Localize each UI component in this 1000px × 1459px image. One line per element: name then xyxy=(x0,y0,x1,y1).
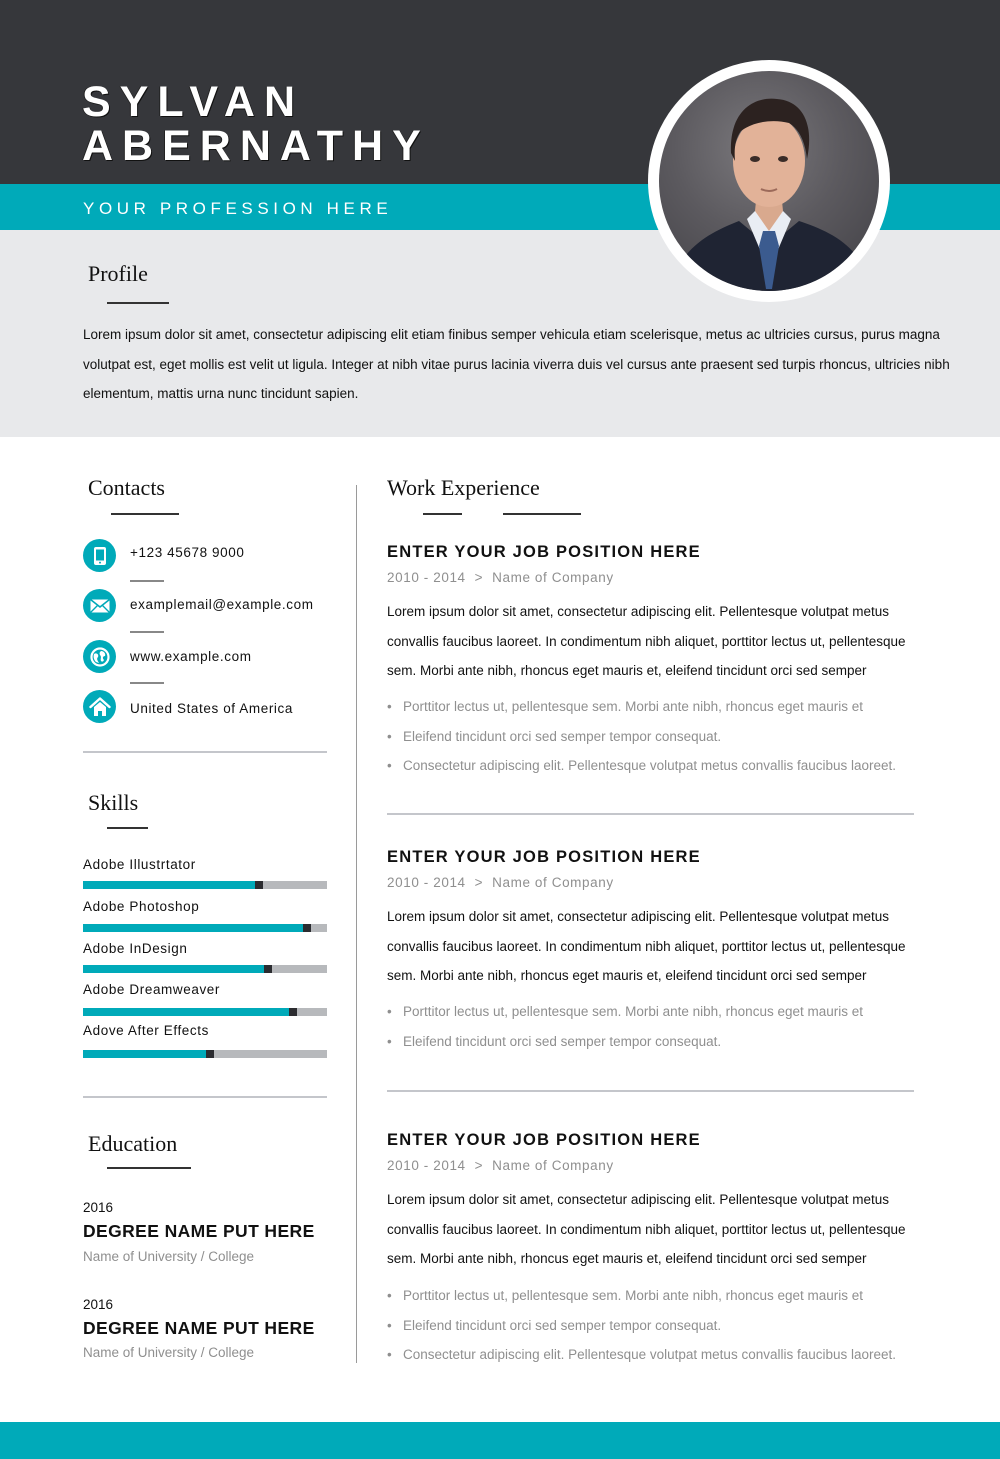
section-divider xyxy=(83,1096,327,1098)
bullet-icon: • xyxy=(387,1288,392,1303)
globe-icon xyxy=(83,640,116,673)
skill-bar-fill xyxy=(83,1008,293,1016)
skill-bar-marker xyxy=(255,881,263,889)
home-icon xyxy=(83,690,116,723)
skill-bar xyxy=(83,965,327,973)
skill-bar xyxy=(83,1050,327,1058)
job-meta: 2010 - 2014 > Name of Company xyxy=(387,1158,614,1173)
contact-separator xyxy=(130,631,164,633)
skills-heading-rule xyxy=(107,827,148,829)
education-degree: DEGREE NAME PUT HERE xyxy=(83,1221,315,1241)
job-bullet: • Porttitor lectus ut, pellentesque sem. … xyxy=(387,1281,927,1311)
contact-separator xyxy=(130,682,164,684)
section-divider xyxy=(83,751,327,753)
skill-label: Adobe Dreamweaver xyxy=(83,982,221,997)
job-bullets: • Porttitor lectus ut, pellentesque sem. … xyxy=(387,692,927,781)
contact-phone[interactable]: +123 45678 9000 xyxy=(130,545,244,560)
job-bullet: • Porttitor lectus ut, pellentesque sem. … xyxy=(387,692,927,722)
skill-label: Adobe InDesign xyxy=(83,941,188,956)
job-bullet: • Eleifend tincidunt orci sed semper temp… xyxy=(387,1027,927,1057)
bullet-icon: • xyxy=(387,699,392,714)
job-dates: 2010 - 2014 xyxy=(387,1158,466,1173)
bullet-icon: • xyxy=(387,728,392,744)
contacts-heading: Contacts xyxy=(88,475,165,500)
last-name: ABERNATHY xyxy=(82,122,430,170)
column-divider xyxy=(356,485,357,1363)
job-divider xyxy=(387,813,914,815)
job-dates: 2010 - 2014 xyxy=(387,570,466,585)
job-bullet: • Consectetur adipiscing elit. Pellentesq… xyxy=(387,1340,927,1370)
bullet-icon: • xyxy=(387,1347,392,1363)
job-title: ENTER YOUR JOB POSITION HERE xyxy=(387,543,701,561)
job-meta-separator: > xyxy=(474,1158,484,1173)
skill-bar-fill xyxy=(83,881,259,889)
skills-heading: Skills xyxy=(88,790,139,815)
bullet-icon: • xyxy=(387,758,392,774)
skill-label: Adove After Effects xyxy=(83,1023,209,1038)
bullet-icon: • xyxy=(387,1004,392,1019)
job-meta-separator: > xyxy=(474,875,484,890)
job-dates: 2010 - 2014 xyxy=(387,875,466,890)
job-company: Name of Company xyxy=(492,875,614,890)
job-title: ENTER YOUR JOB POSITION HERE xyxy=(387,848,701,866)
job-bullet: • Porttitor lectus ut, pellentesque sem. … xyxy=(387,997,927,1027)
job-company: Name of Company xyxy=(492,1158,614,1173)
profile-heading: Profile xyxy=(88,261,148,286)
skill-bar xyxy=(83,881,327,889)
skill-bar-marker xyxy=(303,924,311,932)
education-school: Name of University / College xyxy=(83,1345,255,1360)
work-heading: Work Experience xyxy=(387,475,540,500)
education-heading: Education xyxy=(88,1131,178,1156)
mail-icon xyxy=(83,589,116,622)
skill-bar xyxy=(83,1008,327,1016)
job-description: Lorem ipsum dolor sit amet, consectetur … xyxy=(387,604,906,678)
job-meta: 2010 - 2014 > Name of Company xyxy=(387,875,614,890)
profession-title: YOUR PROFESSION HERE xyxy=(83,199,393,218)
phone-icon xyxy=(83,539,116,572)
job-meta: 2010 - 2014 > Name of Company xyxy=(387,570,614,585)
contact-website[interactable]: www.example.com xyxy=(130,649,252,664)
skill-bar-fill xyxy=(83,924,307,932)
job-description: Lorem ipsum dolor sit amet, consectetur … xyxy=(387,1192,906,1266)
contact-separator xyxy=(130,580,164,582)
job-title: ENTER YOUR JOB POSITION HERE xyxy=(387,1131,701,1149)
job-bullets: • Porttitor lectus ut, pellentesque sem. … xyxy=(387,997,927,1056)
bullet-icon: • xyxy=(387,1033,392,1049)
portrait-illustration xyxy=(669,98,871,291)
footer-band xyxy=(0,1422,1000,1459)
skill-label: Adobe Illustrtator xyxy=(83,857,196,872)
profile-summary: Lorem ipsum dolor sit amet, consectetur … xyxy=(83,327,950,401)
skill-bar-marker xyxy=(289,1008,297,1016)
job-bullet: • Eleifend tincidunt orci sed semper temp… xyxy=(387,1311,927,1341)
skill-label: Adobe Photoshop xyxy=(83,899,200,914)
education-heading-rule xyxy=(107,1167,191,1169)
skill-bar-marker xyxy=(264,965,272,973)
job-company: Name of Company xyxy=(492,570,614,585)
skill-bar-fill xyxy=(83,965,268,973)
education-school: Name of University / College xyxy=(83,1249,255,1264)
profile-heading-rule xyxy=(107,302,169,304)
job-bullets: • Porttitor lectus ut, pellentesque sem. … xyxy=(387,1281,927,1370)
bullet-icon: • xyxy=(387,1317,392,1333)
candidate-name: SYLVAN ABERNATHY xyxy=(82,80,430,168)
education-degree: DEGREE NAME PUT HERE xyxy=(83,1318,315,1338)
contact-email[interactable]: examplemail@example.com xyxy=(130,597,314,612)
skill-bar-fill xyxy=(83,1050,210,1058)
job-divider xyxy=(387,1090,914,1092)
contacts-heading-rule xyxy=(111,513,179,515)
work-heading-rule-short xyxy=(423,513,462,515)
skill-bar-marker xyxy=(206,1050,214,1058)
education-year: 2016 xyxy=(83,1200,114,1215)
job-meta-separator: > xyxy=(474,570,484,585)
job-bullet: • Consectetur adipiscing elit. Pellentesq… xyxy=(387,751,927,781)
education-year: 2016 xyxy=(83,1297,114,1312)
skill-bar xyxy=(83,924,327,932)
job-bullet: • Eleifend tincidunt orci sed semper temp… xyxy=(387,722,927,752)
job-description: Lorem ipsum dolor sit amet, consectetur … xyxy=(387,909,906,983)
first-name: SYLVAN xyxy=(82,78,305,126)
profile-photo xyxy=(659,71,879,291)
contact-location: United States of America xyxy=(130,701,293,716)
work-heading-rule-long xyxy=(503,513,581,515)
